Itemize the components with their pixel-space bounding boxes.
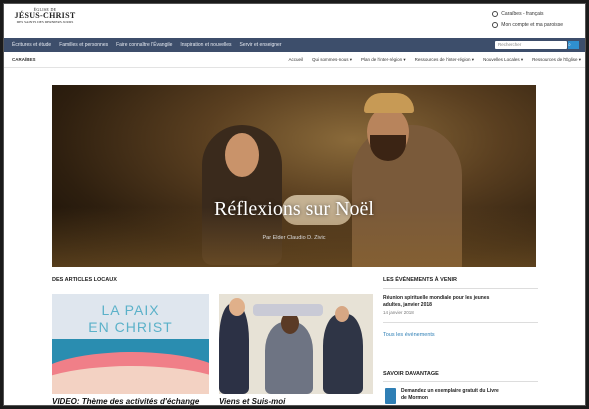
learn-item-line2[interactable]: de Mormon: [401, 395, 428, 401]
search-button[interactable]: ⌕: [568, 41, 579, 49]
region-language-selector[interactable]: Caraïbes - français: [492, 8, 563, 19]
logo-line2: JÉSUS-CHRIST: [14, 11, 76, 20]
photo-person-1: [219, 304, 249, 394]
main-nav: Écritures et étude Familles et personnes…: [4, 38, 585, 52]
subnav-plan[interactable]: Plan de l'inter-région ▾: [361, 57, 406, 63]
subnav-about[interactable]: Qui sommes-nous ▾: [312, 57, 352, 63]
local-articles-title: DES ARTICLES LOCAUX: [52, 277, 117, 283]
globe-icon: [492, 10, 499, 17]
hero-banner[interactable]: Réflexions sur Noël Par Elder Claudio D.…: [52, 85, 536, 267]
nav-item-serve[interactable]: Servir et enseigner: [240, 42, 282, 48]
search-icon: ⌕: [568, 42, 571, 48]
photo-person-3: [323, 314, 363, 394]
photo-face-3: [335, 306, 349, 322]
hero-title[interactable]: Réflexions sur Noël: [52, 198, 536, 221]
photo-face-1: [229, 298, 245, 316]
card1-wave2: [52, 366, 209, 394]
article-card-come-follow[interactable]: [219, 294, 373, 394]
card1-text-line2: EN CHRIST: [88, 319, 173, 335]
event-title-line1[interactable]: Réunion spirituelle mondiale pour les je…: [383, 295, 489, 301]
nav-item-inspiration[interactable]: Inspiration et nouvelles: [180, 42, 231, 48]
user-icon: [492, 21, 499, 28]
subnav-local-news[interactable]: Nouvelles Locales ▾: [483, 57, 523, 63]
events-divider: [383, 288, 538, 289]
hero-face-mary: [225, 133, 259, 177]
nav-item-scriptures[interactable]: Écritures et étude: [12, 42, 51, 48]
event-date: 14 janvier 2018: [383, 310, 414, 315]
card1-caption[interactable]: VIDEO: Thème des activités d'échange: [52, 397, 199, 405]
church-logo[interactable]: ÉGLISE DE JÉSUS-CHRIST DES SAINTS DES DE…: [14, 8, 76, 25]
event-title-line2[interactable]: adultes, janvier 2018: [383, 302, 432, 308]
nav-item-families[interactable]: Familles et personnes: [59, 42, 108, 48]
account-label: Mon compte et ma paroisse: [501, 21, 563, 28]
card2-caption[interactable]: Viens et Suis-moi: [219, 397, 285, 405]
learn-divider: [383, 381, 538, 382]
subnav-church-resources[interactable]: Ressources de l'Église ▾: [532, 57, 581, 63]
search-input[interactable]: Rechercher: [495, 41, 567, 49]
sub-nav: CARAÏBES Accueil Qui sommes-nous ▾ Plan …: [4, 52, 585, 68]
site-header: ÉGLISE DE JÉSUS-CHRIST DES SAINTS DES DE…: [4, 4, 585, 38]
sub-nav-links: Accueil Qui sommes-nous ▾ Plan de l'inte…: [288, 57, 581, 63]
all-events-link[interactable]: Tous les événements: [383, 332, 435, 338]
card1-text-line1: LA PAIX: [101, 302, 160, 318]
hero-byline: Par Elder Claudio D. Zivic: [262, 235, 326, 241]
hero-cap: [364, 93, 414, 113]
photo-background-crowd: [253, 304, 323, 316]
events-divider-2: [383, 322, 538, 323]
region-language-label: Caraïbes - français: [501, 10, 544, 17]
account-link[interactable]: Mon compte et ma paroisse: [492, 19, 563, 30]
browser-page: ÉGLISE DE JÉSUS-CHRIST DES SAINTS DES DE…: [3, 3, 586, 406]
book-icon: [385, 388, 396, 404]
region-title: CARAÏBES: [12, 57, 36, 62]
nav-item-gospel[interactable]: Faire connaître l'Évangile: [116, 42, 172, 48]
subnav-home[interactable]: Accueil: [288, 57, 303, 63]
events-title: LES ÉVÉNEMENTS À VENIR: [383, 277, 457, 283]
header-right: Caraïbes - français Mon compte et ma par…: [492, 8, 563, 30]
learn-item-line1[interactable]: Demandez un exemplaire gratuit du Livre: [401, 388, 499, 394]
article-card-peace[interactable]: LA PAIX EN CHRIST: [52, 294, 209, 394]
logo-line3: DES SAINTS DES DERNIERS JOURS: [16, 20, 74, 24]
subnav-area-resources[interactable]: Ressources de l'inter-région ▾: [415, 57, 474, 63]
learn-more-title: SAVOIR DAVANTAGE: [383, 371, 439, 377]
